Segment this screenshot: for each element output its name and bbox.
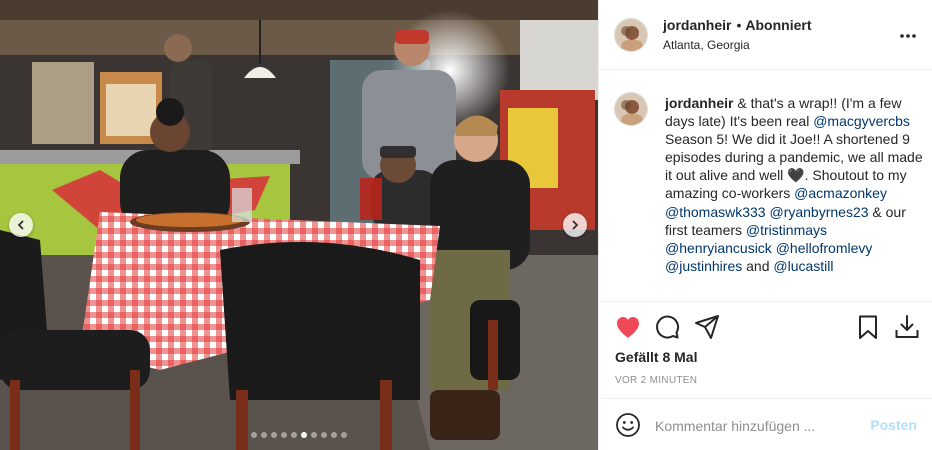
caption-text: and bbox=[742, 257, 774, 274]
carousel-prev-button[interactable] bbox=[9, 213, 33, 237]
mention-link[interactable]: @ryanbyrnes23 bbox=[769, 204, 868, 220]
paper-plane-icon[interactable] bbox=[693, 313, 721, 341]
post-header: jordanheir • Abonniert Atlanta, Georgia bbox=[599, 0, 932, 70]
action-bar bbox=[599, 313, 932, 345]
chevron-right-icon bbox=[572, 220, 579, 230]
carousel-indicator bbox=[0, 432, 598, 438]
header-username[interactable]: jordanheir bbox=[663, 17, 731, 33]
caption-avatar[interactable] bbox=[614, 92, 648, 126]
mention-link[interactable]: @macgyvercbs bbox=[813, 113, 910, 129]
photo-image bbox=[0, 0, 598, 450]
comment-bubble-icon[interactable] bbox=[653, 313, 681, 341]
mention-link[interactable]: @acmazonkey bbox=[794, 185, 887, 201]
carousel-dot bbox=[341, 432, 347, 438]
heart-filled-icon[interactable] bbox=[614, 313, 642, 341]
carousel-dot bbox=[281, 432, 287, 438]
download-icon[interactable] bbox=[893, 313, 921, 341]
carousel-dot bbox=[321, 432, 327, 438]
caption-username[interactable]: jordanheir bbox=[665, 95, 733, 111]
mention-link[interactable]: @hellofromlevy bbox=[776, 240, 873, 256]
smiley-icon[interactable] bbox=[615, 412, 641, 438]
post-photo[interactable] bbox=[0, 0, 598, 450]
bookmark-icon[interactable] bbox=[854, 313, 882, 341]
caption-area: jordanheir & that's a wrap!! (I'm a few … bbox=[599, 71, 932, 302]
location-link[interactable]: Atlanta, Georgia bbox=[663, 38, 750, 52]
avatar[interactable] bbox=[614, 18, 648, 52]
carousel-dot bbox=[271, 432, 277, 438]
carousel-dot bbox=[291, 432, 297, 438]
post-comment-button[interactable]: Posten bbox=[870, 417, 917, 433]
mention-link[interactable]: @thomaswk333 bbox=[665, 204, 766, 220]
mention-link[interactable]: @justinhires bbox=[665, 258, 742, 274]
carousel-dot bbox=[311, 432, 317, 438]
black-heart-emoji: 🖤 bbox=[787, 167, 805, 184]
comment-form: Posten bbox=[599, 398, 932, 450]
mention-link[interactable]: @henryiancusick bbox=[665, 240, 772, 256]
comment-input[interactable] bbox=[655, 415, 855, 437]
carousel-dot bbox=[331, 432, 337, 438]
chevron-left-icon bbox=[17, 220, 24, 230]
more-horizontal-icon[interactable] bbox=[898, 26, 918, 46]
mention-link[interactable]: @tristinmays bbox=[746, 222, 827, 238]
post-timestamp[interactable]: vor 2 Minuten bbox=[615, 375, 697, 386]
carousel-dot bbox=[261, 432, 267, 438]
follow-status-button[interactable]: Abonniert bbox=[745, 17, 811, 33]
carousel-next-button[interactable] bbox=[563, 213, 587, 237]
post-side-panel: jordanheir • Abonniert Atlanta, Georgia jo… bbox=[598, 0, 932, 450]
header-user-line: jordanheir • Abonniert bbox=[663, 17, 811, 33]
carousel-dot bbox=[251, 432, 257, 438]
mention-link[interactable]: @lucastill bbox=[773, 258, 833, 274]
post-caption: jordanheir & that's a wrap!! (I'm a few … bbox=[665, 94, 923, 275]
like-count[interactable]: Gefällt 8 Mal bbox=[615, 349, 697, 365]
separator-dot: • bbox=[736, 17, 742, 33]
carousel-dot bbox=[301, 432, 307, 438]
